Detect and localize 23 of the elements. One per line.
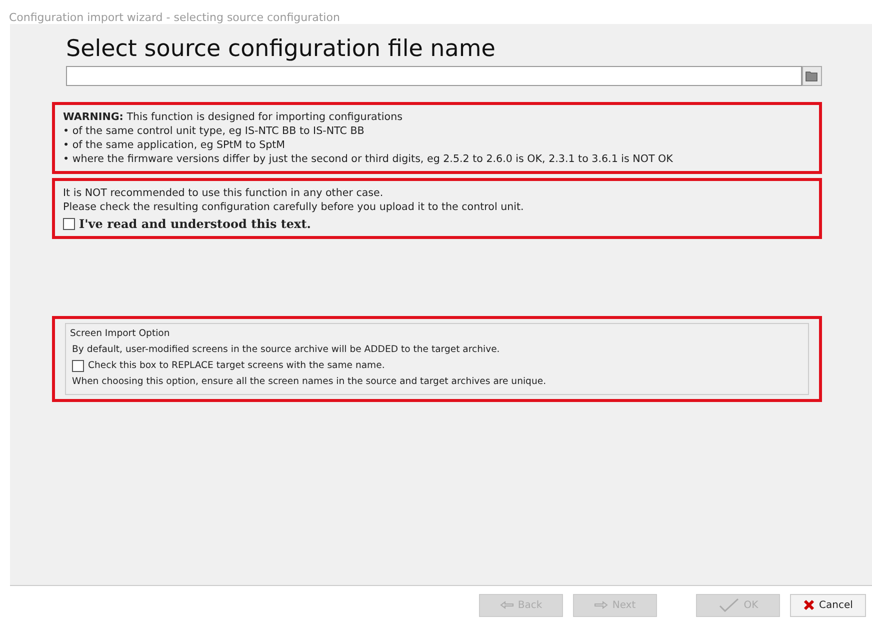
- close-icon: [803, 599, 816, 611]
- notice-text: It is NOT recommended to use this function in any other case.: [63, 186, 384, 200]
- folder-icon: [805, 70, 819, 82]
- group-title: Screen Import Option: [70, 327, 171, 341]
- warning-text: WARNING: This function is designed for importing configurations: [63, 110, 404, 124]
- checkbox[interactable]: [72, 360, 84, 372]
- warning-text: • of the same control unit type, eg IS-NTC BB to IS-NTC BB: [63, 124, 366, 138]
- window-title: Configuration import wizard - selecting source configuration: [8, 10, 341, 24]
- option-text: By default, user-modified screens in the source archive will be ADDED to the target archive.: [72, 343, 501, 357]
- left-arrow-icon: [500, 601, 514, 609]
- checkbox-label: I've read and understood this text.: [79, 217, 311, 231]
- cancel-button[interactable]: Cancel: [790, 594, 866, 616]
- checkbox[interactable]: [63, 218, 75, 230]
- checkbox-label: Check this box to REPLACE target screens with the same name.: [88, 359, 385, 373]
- warning-text: • of the same application, eg SPtM to SptM: [63, 138, 286, 152]
- option-text: When choosing this option, ensure all the screen names in the source and target archives are unique.: [72, 375, 548, 389]
- right-arrow-icon: [594, 601, 608, 609]
- notice-text: Please check the resulting configuration carefully before you upload it to the control unit.: [63, 200, 525, 214]
- heading: Select source configuration file name: [66, 36, 496, 62]
- file-field[interactable]: [66, 66, 802, 86]
- browse-button[interactable]: [802, 66, 822, 86]
- check-icon: [718, 598, 740, 612]
- warning-text: • where the firmware versions differ by just the second or third digits, eg 2.5.2 to 2.6.0 is OK, 2.3.1 to 3.6.1 is NOT OK: [63, 152, 674, 166]
